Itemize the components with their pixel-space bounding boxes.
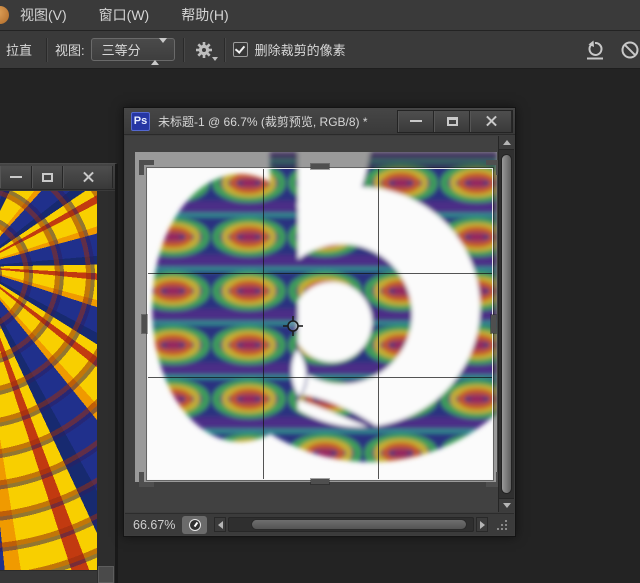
menu-help[interactable]: 帮助(H) <box>181 5 228 25</box>
crop-handle-top[interactable] <box>311 164 329 169</box>
horizontal-scrollbar[interactable] <box>214 517 488 533</box>
crop-handle-top-left[interactable] <box>139 160 154 175</box>
window-resize-grip[interactable] <box>495 518 509 532</box>
vertical-scrollbar-thumb[interactable] <box>501 154 512 494</box>
arrow-down-icon <box>502 503 511 508</box>
checkmark-icon <box>234 43 245 54</box>
cancel-icon <box>621 41 639 58</box>
view-label: 视图: <box>55 43 85 58</box>
overlay-view-value: 三等分 <box>101 43 141 58</box>
left-window-titlebar[interactable] <box>0 164 115 190</box>
maximize-button[interactable] <box>31 166 64 188</box>
photoshop-app: 视图(V) 窗口(W) 帮助(H) 拉直 视图: 三等分 删除裁剪的像素 Ps … <box>0 0 640 583</box>
minimize-button[interactable] <box>0 166 32 188</box>
close-button[interactable] <box>470 110 512 132</box>
straighten-button[interactable]: 拉直 <box>2 36 38 63</box>
canvas-area[interactable] <box>125 136 498 512</box>
separator <box>46 37 48 62</box>
arrow-right-icon <box>479 520 485 529</box>
maximize-icon <box>42 172 54 182</box>
document-content <box>125 136 514 512</box>
scroll-up-button[interactable] <box>499 136 514 150</box>
vertical-scrollbar[interactable] <box>498 136 514 512</box>
document-titlebar[interactable]: Ps 未标题-1 @ 66.7% (裁剪预览, RGB/8) * <box>124 108 515 135</box>
crop-options-bar: 拉直 视图: 三等分 删除裁剪的像素 <box>0 31 640 69</box>
document-window[interactable]: Ps 未标题-1 @ 66.7% (裁剪预览, RGB/8) * 66.67% <box>123 107 516 537</box>
crop-handle-bottom[interactable] <box>311 479 329 484</box>
left-window-statusbar <box>0 570 97 583</box>
delete-cropped-pixels-label: 删除裁剪的像素 <box>254 43 346 58</box>
gear-menu-caret-icon <box>211 56 218 61</box>
left-window-scrollbar-rail <box>97 191 115 583</box>
document-title: 未标题-1 @ 66.7% (裁剪预览, RGB/8) * <box>158 114 368 129</box>
separator <box>182 37 184 62</box>
crop-bounding-box[interactable] <box>147 168 493 480</box>
dropdown-arrows-icon <box>150 38 167 65</box>
scroll-left-button[interactable] <box>214 517 227 532</box>
minimize-button[interactable] <box>398 110 434 132</box>
ps-file-badge: Ps <box>131 111 150 131</box>
close-icon <box>82 171 95 184</box>
horizontal-scrollbar-track[interactable] <box>228 517 474 532</box>
menu-view[interactable]: 视图(V) <box>20 5 67 25</box>
menu-bar: 视图(V) 窗口(W) 帮助(H) <box>0 0 640 31</box>
minimize-icon <box>410 120 422 122</box>
thirds-gridline-vertical-2 <box>378 169 379 479</box>
cancel-crop-button[interactable] <box>620 40 640 60</box>
gear-icon <box>195 41 212 58</box>
scroll-right-button[interactable] <box>476 517 488 532</box>
close-icon <box>485 115 498 128</box>
reset-icon <box>587 40 603 59</box>
crop-handle-left[interactable] <box>142 315 147 333</box>
zoom-level[interactable]: 66.67% <box>133 518 175 532</box>
maximize-icon <box>446 116 458 126</box>
left-window-scroll-corner[interactable] <box>98 566 114 583</box>
crop-handle-bottom-left[interactable] <box>139 472 154 487</box>
thirds-gridline-vertical-1 <box>263 169 264 479</box>
thirds-gridline-horizontal-2 <box>148 377 492 378</box>
close-button[interactable] <box>63 166 113 188</box>
overlay-view-dropdown[interactable]: 三等分 <box>90 38 175 65</box>
window-controls <box>397 109 513 133</box>
arrow-up-icon <box>502 140 511 145</box>
crop-handle-bottom-right[interactable] <box>486 472 498 487</box>
separator <box>223 37 225 62</box>
document-statusbar: 66.67% <box>125 513 514 535</box>
thirds-gridline-horizontal-1 <box>148 273 492 274</box>
reset-crop-button[interactable] <box>584 40 606 60</box>
status-clock-icon[interactable] <box>182 515 208 534</box>
left-window-canvas <box>0 191 115 583</box>
crop-handle-right[interactable] <box>491 315 496 333</box>
crop-handle-top-right[interactable] <box>486 160 498 175</box>
app-logo-icon <box>0 6 9 24</box>
crosshair-cursor-icon <box>282 315 304 337</box>
scroll-down-button[interactable] <box>499 498 514 512</box>
horizontal-scrollbar-thumb[interactable] <box>251 519 467 530</box>
minimize-icon <box>9 176 22 178</box>
arrow-left-icon <box>217 520 223 529</box>
menu-window[interactable]: 窗口(W) <box>99 5 150 25</box>
crop-settings-button[interactable] <box>192 38 218 62</box>
left-document-image <box>0 191 97 570</box>
background-document-window[interactable] <box>0 163 118 583</box>
maximize-button[interactable] <box>434 110 470 132</box>
delete-cropped-pixels-checkbox[interactable] <box>232 42 248 57</box>
